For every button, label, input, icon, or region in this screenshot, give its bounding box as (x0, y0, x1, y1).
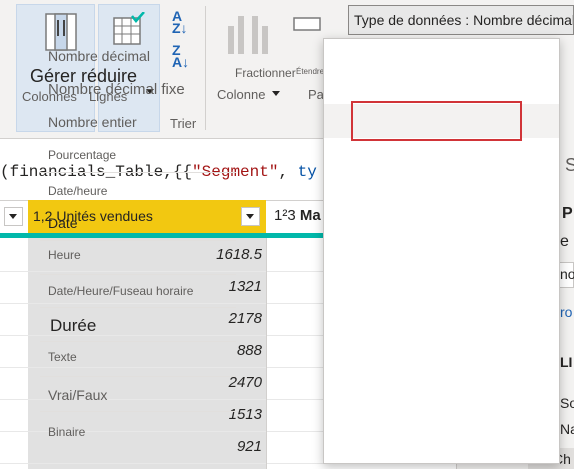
table-cell[interactable]: 921 (32, 438, 262, 455)
properties-link[interactable]: ro (560, 304, 572, 320)
menu-divider (40, 341, 236, 342)
menu-item-time[interactable]: Heure (48, 248, 81, 262)
pane-heading: P (562, 205, 573, 222)
split-label: Fractionner (235, 66, 296, 80)
formula-keyword: ty (297, 163, 317, 181)
chevron-down-icon (272, 91, 280, 96)
menu-item-date[interactable]: Date (48, 215, 78, 231)
group-by-icon[interactable] (292, 16, 324, 44)
column-label: Colonne (217, 87, 266, 102)
menu-item-percentage[interactable]: Pourcentage (48, 148, 116, 162)
menu-item-whole-number[interactable]: Nombre entier (48, 114, 137, 130)
menu-divider (40, 172, 236, 173)
name-input-value: no (560, 266, 574, 282)
chevron-down-icon (9, 214, 17, 219)
applied-step[interactable]: Na (560, 421, 574, 437)
ribbon-divider (205, 6, 206, 130)
pane-text: e (560, 233, 569, 250)
pane-title: S (565, 155, 574, 175)
menu-item-datetime[interactable]: Date/heure (48, 184, 107, 198)
columns-icon (45, 13, 77, 51)
expand-label: Étendre (296, 67, 325, 76)
applied-step[interactable]: So (560, 395, 574, 411)
menu-divider (40, 240, 236, 241)
data-type-dropdown[interactable]: Type de données : Nombre décimal (348, 5, 574, 35)
split-column-icon[interactable] (224, 14, 272, 54)
menu-item-binary[interactable]: Binaire (48, 425, 85, 439)
sort-za-icon[interactable]: Z A↓ (172, 43, 189, 69)
menu-item-text[interactable]: Texte (48, 350, 77, 364)
table-cell[interactable]: 1513 (32, 406, 262, 423)
menu-divider (40, 376, 236, 377)
menu-item-fixed-decimal[interactable]: Nombre décimal fixe (48, 81, 185, 98)
applied-steps-heading: LI (560, 354, 573, 370)
chevron-down-icon (246, 214, 254, 219)
formula-comma: , (278, 163, 298, 181)
previous-column-filter-button[interactable] (4, 207, 23, 226)
sort-az-icon[interactable]: A Z↓ (172, 9, 188, 35)
menu-item-true-false[interactable]: Vrai/Faux (48, 387, 107, 403)
rows-table-icon (113, 12, 145, 45)
menu-item-datetimezone[interactable]: Date/Heure/Fuseau horaire (48, 284, 193, 298)
menu-item-decimal[interactable]: Nombre décimal (48, 48, 150, 64)
column-divider (266, 238, 267, 469)
menu-divider (40, 274, 236, 275)
next-column-title: 1²3 Ma (274, 207, 321, 224)
menu-divider (40, 307, 236, 308)
sort-group-label: Trier (170, 116, 197, 131)
next-column-label: Ma (299, 207, 321, 224)
whole-number-type-icon[interactable]: 1²3 (274, 207, 296, 224)
column-filter-button[interactable] (241, 207, 260, 226)
whole-number-highlight-box (351, 101, 522, 141)
menu-item-duration[interactable]: Durée (50, 316, 96, 336)
menu-divider (40, 411, 236, 412)
